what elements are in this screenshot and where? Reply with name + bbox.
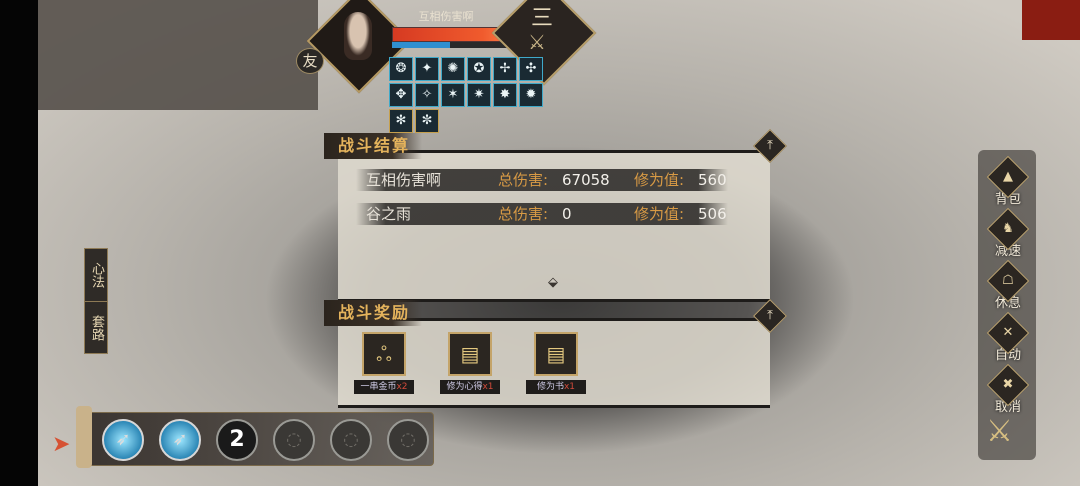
- row-cultivation-value: 560: [698, 171, 727, 189]
- row-damage-label: 总伤害:: [498, 171, 549, 189]
- buff-icon-9[interactable]: ✶: [441, 83, 465, 107]
- menu-button-4[interactable]: ✕ 自动: [986, 311, 1030, 363]
- menu-button-5[interactable]: ✖ 取消: [986, 363, 1030, 415]
- blade-icon[interactable]: ➶: [159, 419, 201, 461]
- screen-edge: [0, 0, 38, 486]
- empty-slot-icon[interactable]: ◌: [273, 419, 315, 461]
- book-icon: ▤: [448, 332, 492, 376]
- battle-result-title: 战斗结算: [324, 133, 423, 159]
- book-icon: ▤: [534, 332, 578, 376]
- mp-fill: [392, 42, 450, 48]
- tab-taolu[interactable]: 套路: [85, 302, 107, 354]
- buff-icon-7[interactable]: ✥: [389, 83, 413, 107]
- row-cultivation-label: 修为值:: [634, 171, 685, 189]
- battle-rewards-title: 战斗奖励: [324, 300, 423, 326]
- player-name: 互相伤害啊: [418, 10, 474, 23]
- red-structure: [1022, 0, 1080, 40]
- buff-grid: ❂ ✦ ✺ ✪ ✢ ✣ ✥ ✧ ✶ ✷ ✸ ✹ ✻ ✼: [389, 57, 543, 133]
- reward-item[interactable]: ▤ 修为书x1: [526, 332, 586, 394]
- buff-icon-14[interactable]: ✼: [415, 109, 439, 133]
- relation-badge: 友: [296, 48, 324, 74]
- arrow-icon: ⤒: [767, 308, 773, 323]
- tab-xinfa[interactable]: 心法: [85, 249, 107, 302]
- buff-icon-6[interactable]: ✣: [519, 57, 543, 81]
- crossed-swords-icon[interactable]: ⚔: [986, 414, 1013, 449]
- buff-icon-10[interactable]: ✷: [467, 83, 491, 107]
- row-damage-value: 67058: [562, 171, 610, 189]
- empty-slot-icon[interactable]: ◌: [330, 419, 372, 461]
- reward-label: 修为心得x1: [440, 380, 500, 394]
- buff-icon-1[interactable]: ❂: [389, 57, 413, 81]
- crossed-swords-icon: ⚔: [528, 30, 546, 54]
- buff-icon-13[interactable]: ✻: [389, 109, 413, 133]
- buff-icon-11[interactable]: ✸: [493, 83, 517, 107]
- number-icon[interactable]: 2: [216, 419, 258, 461]
- arrow-icon: ⤒: [767, 138, 773, 153]
- reward-item[interactable]: ▤ 修为心得x1: [440, 332, 500, 394]
- empty-slot-icon[interactable]: ◌: [387, 419, 429, 461]
- menu-button-1[interactable]: ▲ 背包: [986, 155, 1030, 207]
- expand-more-icon[interactable]: ⬙: [548, 275, 558, 290]
- side-tabs: 心法 套路: [84, 248, 108, 354]
- menu-button-3[interactable]: ☖ 休息: [986, 259, 1030, 311]
- row-damage-value: 0: [562, 205, 572, 223]
- menu-button-2[interactable]: ♞ 减速: [986, 207, 1030, 259]
- buff-icon-5[interactable]: ✢: [493, 57, 517, 81]
- row-damage-label: 总伤害:: [498, 205, 549, 223]
- row-cultivation-value: 506: [698, 205, 727, 223]
- result-row: 谷之雨 总伤害: 0 修为值: 506: [356, 203, 728, 225]
- row-cultivation-label: 修为值:: [634, 205, 685, 223]
- reward-item[interactable]: ஃ 一串金币x2: [354, 332, 414, 394]
- buff-icon-3[interactable]: ✺: [441, 57, 465, 81]
- buff-icon-4[interactable]: ✪: [467, 57, 491, 81]
- reward-label: 修为书x1: [526, 380, 586, 394]
- player-avatar: [344, 12, 372, 60]
- result-row: 互相伤害啊 总伤害: 67058 修为值: 560: [356, 169, 728, 191]
- flame-icon: ➤: [52, 432, 71, 457]
- level-label: 三: [530, 6, 553, 31]
- buff-icon-12[interactable]: ✹: [519, 83, 543, 107]
- buff-icon-8[interactable]: ✧: [415, 83, 439, 107]
- stone-wall: [38, 0, 318, 110]
- scroll-icon[interactable]: [76, 406, 92, 468]
- blade-icon[interactable]: ➶: [102, 419, 144, 461]
- row-player-name: 谷之雨: [366, 205, 412, 223]
- coin-string-icon: ஃ: [362, 332, 406, 376]
- reward-label: 一串金币x2: [354, 380, 414, 394]
- row-player-name: 互相伤害啊: [366, 171, 442, 189]
- buff-icon-2[interactable]: ✦: [415, 57, 439, 81]
